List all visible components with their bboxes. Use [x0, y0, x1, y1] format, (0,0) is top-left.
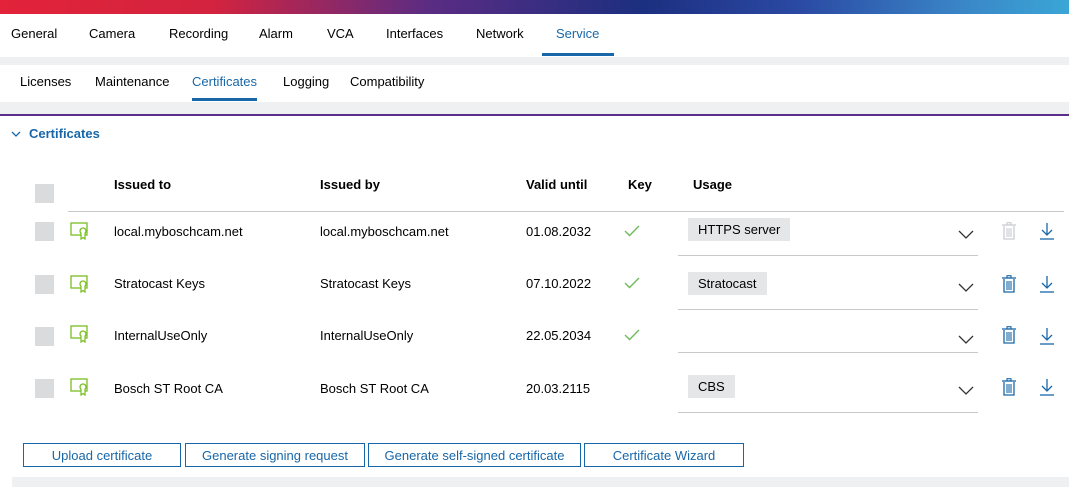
trash-icon[interactable] [1001, 378, 1017, 397]
select-all-checkbox[interactable] [35, 184, 54, 203]
column-header-usage: Usage [693, 177, 733, 192]
usage-underline [678, 352, 978, 353]
valid-until: 22.05.2034 [526, 328, 592, 343]
certificate-icon [70, 222, 88, 240]
footer-strip [12, 477, 1069, 487]
usage-select[interactable]: CBS [678, 375, 978, 413]
generate-signing-request-button[interactable]: Generate signing request [185, 443, 365, 467]
usage-tag: CBS [688, 375, 735, 398]
usage-underline [678, 412, 978, 413]
main-navigation: General Camera Recording Alarm VCA Inter… [0, 14, 1069, 57]
certificate-icon [70, 378, 88, 396]
usage-select[interactable]: HTTPS server [678, 218, 978, 256]
usage-select[interactable] [678, 315, 978, 353]
chevron-down-icon [11, 126, 23, 141]
tab-interfaces[interactable]: Interfaces [386, 26, 443, 41]
header-divider [68, 211, 1064, 212]
tab-recording[interactable]: Recording [169, 26, 228, 41]
brand-color-bar [0, 0, 1069, 14]
tab-service[interactable]: Service [556, 26, 599, 41]
certificate-icon [70, 275, 88, 293]
issued-to: Bosch ST Root CA [114, 381, 223, 396]
chevron-down-icon[interactable] [957, 333, 975, 347]
trash-icon[interactable] [1001, 326, 1017, 345]
usage-tag: Stratocast [688, 272, 767, 295]
chevron-down-icon[interactable] [957, 384, 975, 398]
tab-general[interactable]: General [11, 26, 57, 41]
subtab-certificates[interactable]: Certificates [192, 74, 257, 89]
tab-vca[interactable]: VCA [327, 26, 354, 41]
trash-icon [1002, 222, 1016, 240]
check-icon [624, 225, 640, 237]
tab-alarm[interactable]: Alarm [259, 26, 293, 41]
tab-camera[interactable]: Camera [89, 26, 135, 41]
upload-certificate-button[interactable]: Upload certificate [23, 443, 181, 467]
sub-navigation: Licenses Maintenance Certificates Loggin… [0, 65, 1069, 102]
usage-underline [678, 255, 978, 256]
subtab-maintenance[interactable]: Maintenance [95, 74, 169, 89]
row-checkbox[interactable] [35, 275, 54, 294]
chevron-down-icon[interactable] [957, 228, 975, 242]
download-icon[interactable] [1039, 222, 1055, 240]
subtab-compatibility[interactable]: Compatibility [350, 74, 424, 89]
check-icon [624, 277, 640, 289]
valid-until: 07.10.2022 [526, 276, 592, 291]
issued-to: local.myboschcam.net [114, 224, 243, 239]
issued-to: Stratocast Keys [114, 276, 206, 291]
tab-network[interactable]: Network [476, 26, 524, 41]
column-header-issued-to: Issued to [114, 177, 172, 192]
issued-by: Bosch ST Root CA [320, 381, 429, 396]
download-icon[interactable] [1039, 378, 1055, 396]
column-header-issued-by: Issued by [320, 177, 380, 192]
valid-until: 01.08.2032 [526, 224, 592, 239]
valid-until: 20.03.2115 [526, 381, 591, 396]
issued-by: Stratocast Keys [320, 276, 412, 291]
issued-by: InternalUseOnly [320, 328, 414, 343]
row-checkbox[interactable] [35, 222, 54, 241]
divider [0, 102, 1069, 114]
column-header-key: Key [628, 177, 652, 192]
row-checkbox[interactable] [35, 327, 54, 346]
divider [0, 57, 1069, 65]
section-title: Certificates [29, 126, 100, 141]
issued-to: InternalUseOnly [114, 328, 208, 343]
download-icon[interactable] [1039, 275, 1055, 293]
subtab-licenses[interactable]: Licenses [20, 74, 71, 89]
row-checkbox[interactable] [35, 379, 54, 398]
certificate-icon [70, 325, 88, 343]
section-toggle[interactable]: Certificates [11, 126, 100, 141]
subtab-logging[interactable]: Logging [283, 74, 329, 89]
chevron-down-icon[interactable] [957, 281, 975, 295]
usage-underline [678, 309, 978, 310]
check-icon [624, 329, 640, 341]
active-subtab-indicator [192, 98, 257, 101]
issued-by: local.myboschcam.net [320, 224, 449, 239]
certificate-wizard-button[interactable]: Certificate Wizard [584, 443, 744, 467]
generate-self-signed-button[interactable]: Generate self-signed certificate [368, 443, 581, 467]
usage-tag: HTTPS server [688, 218, 791, 241]
download-icon[interactable] [1039, 327, 1055, 345]
usage-select[interactable]: Stratocast [678, 272, 978, 310]
trash-icon[interactable] [1001, 275, 1017, 294]
certificates-panel: Certificates Issued to Issued by Valid u… [0, 116, 1069, 487]
column-header-valid-until: Valid until [526, 177, 588, 192]
active-tab-indicator [542, 53, 614, 56]
